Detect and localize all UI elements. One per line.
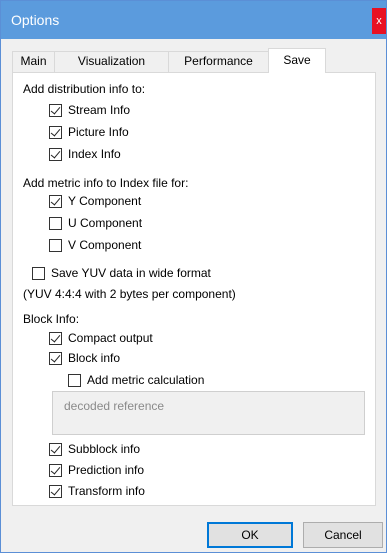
tab-save[interactable]: Save bbox=[268, 48, 326, 73]
v-component-label: V Component bbox=[68, 238, 142, 252]
close-button[interactable]: x bbox=[372, 8, 386, 34]
metric-heading: Add metric info to Index file for: bbox=[23, 176, 189, 190]
tab-performance[interactable]: Performance bbox=[168, 51, 269, 72]
picture-info-label: Picture Info bbox=[68, 125, 129, 139]
checkbox-box[interactable] bbox=[49, 216, 62, 230]
title-bar[interactable]: Options x bbox=[1, 1, 386, 39]
y-component-label: Y Component bbox=[68, 194, 142, 208]
add-metric-calculation-checkbox[interactable]: Add metric calculation bbox=[68, 372, 204, 388]
u-component-label: U Component bbox=[68, 216, 143, 230]
cancel-button[interactable]: Cancel bbox=[303, 522, 383, 548]
compact-output-checkbox[interactable]: Compact output bbox=[49, 330, 153, 346]
tab-visualization[interactable]: Visualization bbox=[54, 51, 169, 72]
prediction-info-label: Prediction info bbox=[68, 463, 145, 477]
wide-yuv-label: Save YUV data in wide format bbox=[51, 266, 211, 280]
checkbox-box[interactable] bbox=[49, 463, 62, 477]
ok-button[interactable]: OK bbox=[207, 522, 293, 548]
save-tab-panel: Add distribution info to: Stream Info Pi… bbox=[12, 72, 376, 506]
block-info-heading: Block Info: bbox=[23, 312, 80, 326]
u-component-checkbox[interactable]: U Component bbox=[49, 215, 142, 231]
compact-output-label: Compact output bbox=[68, 331, 153, 345]
checkbox-box[interactable] bbox=[49, 238, 62, 252]
checkbox-box[interactable] bbox=[49, 442, 62, 456]
subblock-info-checkbox[interactable]: Subblock info bbox=[49, 441, 140, 457]
checkbox-box[interactable] bbox=[49, 125, 62, 139]
checkbox-box[interactable] bbox=[49, 351, 62, 365]
checkbox-box[interactable] bbox=[49, 194, 62, 208]
index-info-checkbox[interactable]: Index Info bbox=[49, 146, 121, 162]
block-info-checkbox[interactable]: Block info bbox=[49, 350, 120, 366]
checkbox-box[interactable] bbox=[49, 331, 62, 345]
picture-info-checkbox[interactable]: Picture Info bbox=[49, 124, 129, 140]
checkbox-box[interactable] bbox=[49, 103, 62, 117]
checkbox-box[interactable] bbox=[32, 266, 45, 280]
y-component-checkbox[interactable]: Y Component bbox=[49, 193, 141, 209]
transform-info-label: Transform info bbox=[68, 484, 145, 498]
options-dialog: Options x Main Visualization Performance… bbox=[0, 0, 387, 553]
checkbox-box[interactable] bbox=[68, 373, 81, 387]
window-title: Options bbox=[11, 12, 60, 28]
transform-info-checkbox[interactable]: Transform info bbox=[49, 483, 145, 499]
checkbox-box[interactable] bbox=[49, 484, 62, 498]
stream-info-label: Stream Info bbox=[68, 103, 131, 117]
stream-info-checkbox[interactable]: Stream Info bbox=[49, 102, 130, 118]
subblock-info-label: Subblock info bbox=[68, 442, 141, 456]
checkbox-box[interactable] bbox=[49, 147, 62, 161]
reference-text-field[interactable]: decoded reference bbox=[52, 391, 365, 435]
tab-main[interactable]: Main bbox=[12, 51, 55, 72]
v-component-checkbox[interactable]: V Component bbox=[49, 237, 141, 253]
block-info-label: Block info bbox=[68, 351, 121, 365]
add-metric-calculation-label: Add metric calculation bbox=[87, 373, 205, 387]
prediction-info-checkbox[interactable]: Prediction info bbox=[49, 462, 144, 478]
index-info-label: Index Info bbox=[68, 147, 121, 161]
yuv-format-note: (YUV 4:4:4 with 2 bytes per component) bbox=[23, 287, 236, 301]
distribution-heading: Add distribution info to: bbox=[23, 82, 146, 96]
wide-yuv-checkbox[interactable]: Save YUV data in wide format bbox=[32, 265, 211, 281]
